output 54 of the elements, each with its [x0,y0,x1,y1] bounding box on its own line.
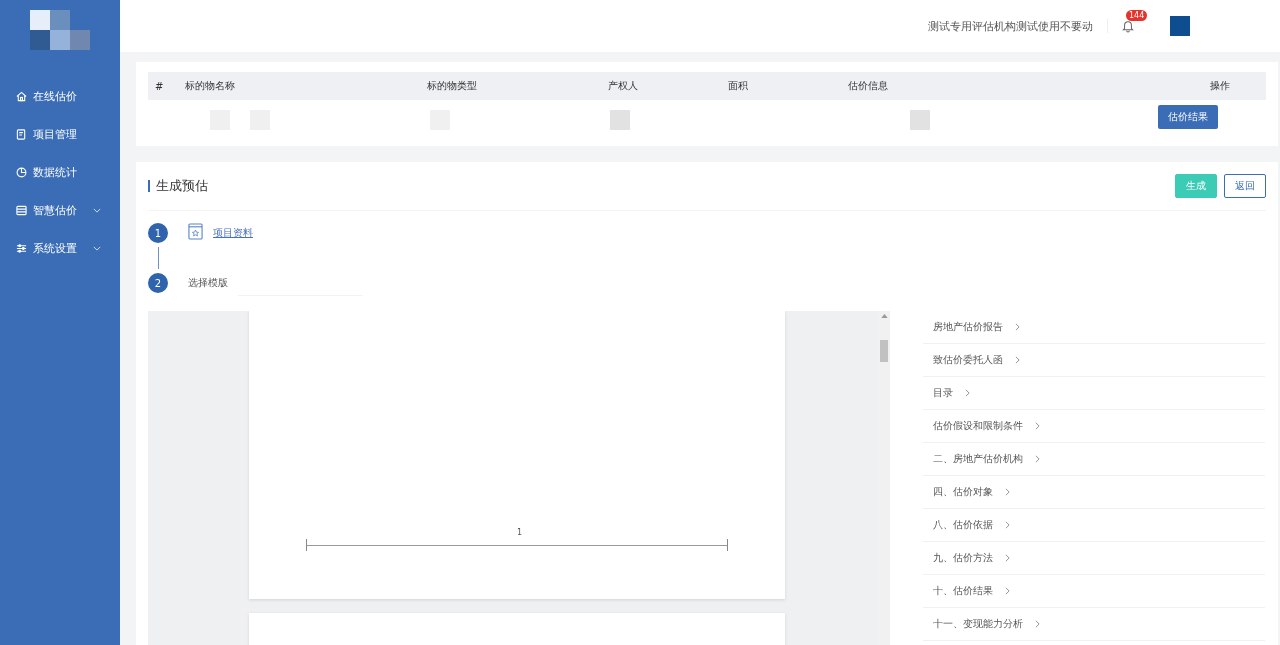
scroll-thumb[interactable] [880,340,888,362]
column-header: # [155,80,165,92]
chevron-right-icon [1005,521,1010,529]
outline-item[interactable]: 十、估价结果 [923,575,1265,608]
avatar[interactable] [1170,16,1190,36]
chevron-right-icon [1015,323,1020,331]
column-header: 估价信息 [848,79,889,93]
chevron-right-icon [965,389,970,397]
project-materials-link[interactable]: 项目资料 [213,223,253,243]
section-title: 生成预估 [148,180,208,192]
chevron-down-icon [93,245,101,251]
outline-item[interactable]: 四、估价对象 [923,476,1265,509]
outline-item[interactable]: 十一、变现能力分析 [923,608,1265,641]
line-label: 1 [517,528,523,537]
outline-item[interactable]: 目录 [923,377,1265,410]
chevron-right-icon [1015,356,1020,364]
sidebar-item[interactable]: 系统设置 [0,229,120,267]
step-number: 1 [148,223,168,243]
outline-item[interactable]: 房地产估价报告 [923,311,1265,344]
column-header: 标的物类型 [427,79,478,93]
sidebar-item[interactable]: 数据统计 [0,153,120,191]
outline-item[interactable]: 二、房地产估价机构 [923,443,1265,476]
back-button[interactable]: 返回 [1224,174,1266,198]
step-number: 2 [148,273,168,293]
outline-item[interactable]: 八、估价依据 [923,509,1265,542]
scroll-up-icon[interactable] [880,314,888,318]
result-button[interactable]: 估价结果 [1158,105,1218,129]
sidebar-item[interactable]: 项目管理 [0,115,120,153]
notification-badge: 144 [1126,10,1148,21]
sidebar-item[interactable]: 在线估价 [0,77,120,115]
chevron-right-icon [1035,620,1040,628]
redacted-block [610,110,630,130]
chevron-right-icon [1035,455,1040,463]
outline-item[interactable]: 九、估价方法 [923,542,1265,575]
chevron-right-icon [1005,587,1010,595]
chevron-right-icon [1035,422,1040,430]
column-header: 操作 [1210,79,1231,93]
chevron-down-icon [93,207,101,213]
outline-item[interactable]: 估价假设和限制条件 [923,410,1265,443]
sliders-icon [16,242,27,254]
home-icon [16,90,27,102]
sidebar-item[interactable]: 智慧估价 [0,191,120,229]
organization-name: 测试专用评估机构测试使用不要动 [928,18,1093,34]
bell-icon[interactable] [1122,19,1134,33]
column-header: 标的物名称 [185,79,236,93]
column-header: 产权人 [608,79,639,93]
outline-item[interactable]: 致估价委托人函 [923,344,1265,377]
pie-chart-icon [16,166,27,178]
column-header: 面积 [728,79,749,93]
chevron-right-icon [1005,554,1010,562]
chevron-right-icon [1005,488,1010,496]
clipboard-icon [16,128,27,140]
step-label: 选择模版 [188,276,228,290]
redacted-block [910,110,930,130]
